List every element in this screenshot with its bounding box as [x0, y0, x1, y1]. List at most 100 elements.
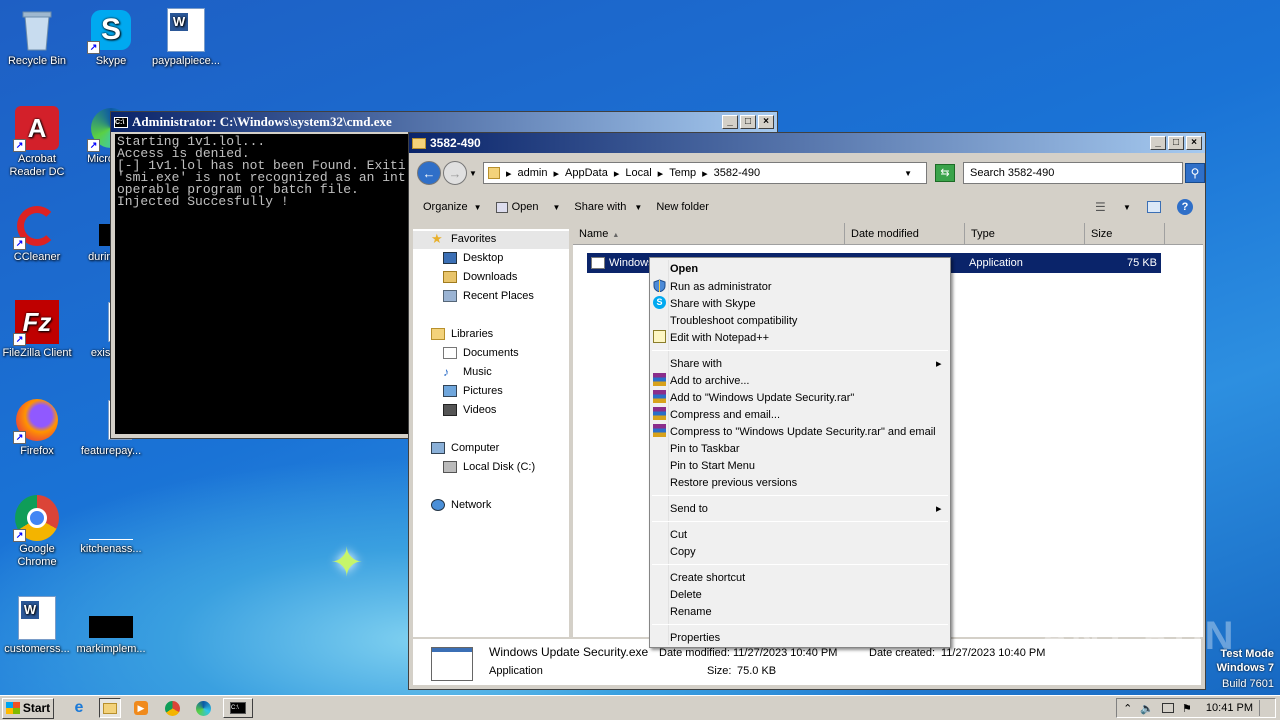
menu-item-troubleshoot-compatibility[interactable]: Troubleshoot compatibility [670, 312, 797, 329]
breadcrumb-item[interactable]: Local [625, 167, 651, 179]
menu-item-share-with-skype[interactable]: Share with Skype [670, 295, 756, 312]
help-icon[interactable]: ? [1177, 199, 1193, 215]
nav-music[interactable]: ♪ Music [443, 366, 492, 378]
close-button[interactable]: × [758, 115, 774, 129]
desktop-icon-filezilla[interactable]: Fz ↗ FileZilla Client [0, 300, 74, 360]
nav-desktop[interactable]: Desktop [443, 252, 503, 264]
menu-item-run-as-administrator[interactable]: Run as administrator [670, 278, 772, 295]
show-hidden-icons-icon[interactable]: ⌃ [1123, 702, 1132, 715]
menu-item-add-to-rar[interactable]: Add to "Windows Update Security.rar" [670, 389, 854, 406]
volume-icon[interactable]: 🔈 [1140, 702, 1154, 715]
media-player-icon[interactable]: ▶ [130, 698, 152, 718]
menu-item-restore-previous-versions[interactable]: Restore previous versions [670, 474, 797, 491]
column-header-date-modified[interactable]: Date modified [845, 223, 965, 245]
new-folder-button[interactable]: New folder [656, 201, 709, 213]
nav-downloads[interactable]: Downloads [443, 271, 517, 283]
preview-pane-icon[interactable] [1147, 201, 1161, 213]
network-icon [431, 499, 445, 511]
edge-taskbar-icon[interactable] [192, 698, 214, 718]
menu-item-compress-and-email[interactable]: Compress and email... [670, 406, 780, 423]
minimize-button[interactable]: _ [722, 115, 738, 129]
menu-item-pin-to-start-menu[interactable]: Pin to Start Menu [670, 457, 755, 474]
desktop-icon-skype[interactable]: S ↗ Skype [74, 8, 148, 68]
desktop-icon-paypalpiece[interactable]: W paypalpiece... [148, 8, 224, 68]
details-date-modified-label: Date modified: [659, 647, 730, 659]
menu-item-share-with[interactable]: Share with [670, 355, 941, 372]
column-header-size[interactable]: Size [1085, 223, 1165, 245]
maximize-button[interactable]: □ [740, 115, 756, 129]
desktop-icon-chrome[interactable]: ↗ Google Chrome [0, 495, 74, 569]
search-input[interactable]: Search 3582-490 [963, 162, 1183, 184]
breadcrumb-item[interactable]: Temp [669, 167, 696, 179]
nav-favorites[interactable]: ★ Favorites [431, 232, 496, 245]
desktop-icon-recycle-bin[interactable]: Recycle Bin [0, 8, 74, 68]
nav-computer[interactable]: Computer [431, 442, 499, 454]
nav-documents[interactable]: Documents [443, 347, 519, 359]
chrome-taskbar-icon[interactable] [161, 698, 183, 718]
menu-item-add-to-archive[interactable]: Add to archive... [670, 372, 750, 389]
cmd-titlebar[interactable]: C:\ Administrator: C:\Windows\system32\c… [111, 112, 777, 132]
black-file-icon [89, 596, 133, 640]
desktop-icon-customerss[interactable]: W customerss... [0, 596, 74, 656]
menu-item-send-to[interactable]: Send to [670, 500, 941, 517]
open-button[interactable]: Open ▼ [495, 201, 560, 213]
filezilla-icon: Fz ↗ [13, 300, 59, 346]
menu-item-pin-to-taskbar[interactable]: Pin to Taskbar [670, 440, 740, 457]
address-dropdown-icon[interactable]: ▼ [904, 169, 912, 178]
desktop-icon-acrobat[interactable]: A ↗ Acrobat Reader DC [0, 106, 74, 179]
explorer-taskbar-button[interactable] [99, 698, 121, 718]
clock[interactable]: 10:41 PM [1206, 702, 1253, 714]
nav-network[interactable]: Network [431, 499, 491, 511]
menu-item-cut[interactable]: Cut [670, 526, 687, 543]
desktop-icon-firefox[interactable]: ↗ Firefox [0, 398, 74, 458]
explorer-titlebar[interactable]: 3582-490 _ □ × [409, 133, 1205, 153]
forward-button[interactable]: → [443, 161, 467, 185]
desktop-icon-ccleaner[interactable]: ↗ CCleaner [0, 204, 74, 264]
nav-pictures[interactable]: Pictures [443, 385, 503, 397]
breadcrumb-item[interactable]: 3582-490 [714, 167, 761, 179]
file-thumbnail-icon [431, 647, 473, 681]
details-date-created: 11/27/2023 10:40 PM [941, 647, 1046, 659]
maximize-button[interactable]: □ [1168, 136, 1184, 150]
organize-button[interactable]: Organize ▼ [423, 201, 482, 213]
show-desktop-button[interactable] [1259, 700, 1269, 716]
cmd-taskbar-button[interactable]: C:\ [223, 698, 253, 718]
chevron-down-icon[interactable]: ▼ [1123, 203, 1131, 212]
menu-item-properties[interactable]: Properties [670, 629, 720, 646]
breadcrumb-item[interactable]: AppData [565, 167, 608, 179]
details-type: Application [489, 665, 543, 677]
menu-item-compress-to-rar-and-email[interactable]: Compress to "Windows Update Security.rar… [670, 423, 936, 440]
nav-libraries[interactable]: Libraries [431, 328, 493, 340]
pictures-icon [443, 385, 457, 397]
minimize-button[interactable]: _ [1150, 136, 1166, 150]
nav-recent-places[interactable]: Recent Places [443, 290, 534, 302]
column-header-name[interactable]: Name ▲ [573, 223, 845, 245]
nav-local-disk[interactable]: Local Disk (C:) [443, 461, 535, 473]
desktop-icon-kitchenass[interactable]: kitchenass... [74, 496, 148, 556]
recent-pages-chevron-icon[interactable]: ▼ [469, 169, 477, 178]
flag-icon[interactable]: ⚑ [1182, 702, 1192, 715]
folder-icon [103, 702, 117, 714]
refresh-button[interactable]: ⇆ [935, 164, 955, 182]
menu-item-open[interactable]: Open [670, 260, 698, 277]
start-button[interactable]: Start [2, 697, 54, 719]
recycle-bin-icon [15, 8, 59, 52]
desktop-icon-markimplem[interactable]: markimplem... [74, 596, 148, 656]
menu-item-edit-with-notepad[interactable]: Edit with Notepad++ [670, 329, 769, 346]
search-icon[interactable]: ⚲ [1185, 163, 1205, 183]
desktop-icon [443, 252, 457, 264]
menu-item-copy[interactable]: Copy [670, 543, 696, 560]
share-with-button[interactable]: Share with ▼ [574, 201, 642, 213]
network-tray-icon[interactable] [1162, 703, 1175, 713]
internet-explorer-icon[interactable]: e [68, 698, 90, 718]
nav-videos[interactable]: Videos [443, 404, 496, 416]
menu-item-delete[interactable]: Delete [670, 586, 702, 603]
close-button[interactable]: × [1186, 136, 1202, 150]
view-options-icon[interactable]: ☰ [1095, 200, 1106, 214]
address-bar[interactable]: ▸ admin ▸ AppData ▸ Local ▸ Temp ▸ 3582-490 … [483, 162, 927, 184]
back-button[interactable]: ← [417, 161, 441, 185]
menu-item-create-shortcut[interactable]: Create shortcut [670, 569, 745, 586]
column-header-type[interactable]: Type [965, 223, 1085, 245]
breadcrumb-item[interactable]: admin [518, 167, 548, 179]
menu-item-rename[interactable]: Rename [670, 603, 712, 620]
